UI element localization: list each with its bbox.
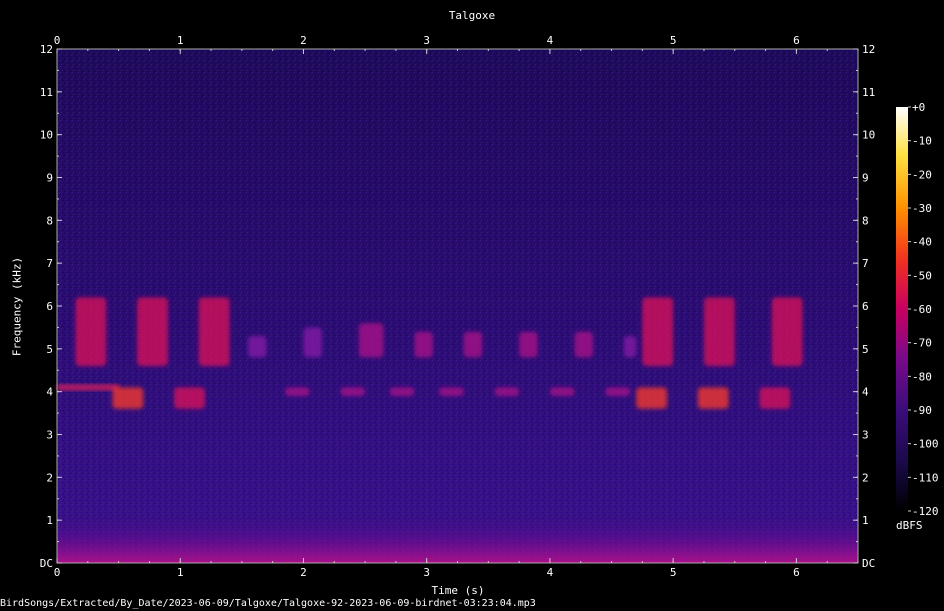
y-tick-label: 7 (862, 257, 869, 270)
y-tick-label: 1 (862, 514, 869, 527)
y-axis-label: Frequency (kHz) (10, 256, 24, 357)
chart-title: Talgoxe (448, 9, 496, 22)
call-event (137, 297, 168, 366)
colorbar (896, 107, 908, 511)
x-tick-label: 2 (300, 34, 307, 47)
call-event (642, 297, 674, 366)
y-tick-label: 11 (862, 86, 875, 99)
y-tick-label: 9 (46, 172, 53, 185)
y-tick-label: 4 (862, 386, 869, 399)
y-tick-label: 6 (862, 300, 869, 313)
colorbar-tick-label: -40 (912, 236, 932, 249)
y-tick-label: 8 (46, 214, 53, 227)
spectrogram-figure: 0123456 0123456 DC123456789101112 DC1234… (40, 34, 939, 579)
y-tick-label: 12 (862, 43, 875, 56)
x-tick-label: 3 (423, 34, 430, 47)
spectrogram-noise (57, 49, 858, 563)
call-event (574, 331, 594, 358)
colorbar-tick-label: -50 (912, 269, 932, 282)
x-tick-label: 5 (670, 34, 677, 47)
colorbar-tick-label: -60 (912, 303, 932, 316)
y-tick-label: 2 (46, 471, 53, 484)
colorbar-tick-label: -110 (912, 471, 939, 484)
colorbar-tick-label: -100 (912, 438, 939, 451)
colorbar-tick-label: -20 (912, 168, 932, 181)
colorbar-tick-label: -30 (912, 202, 932, 215)
y-tick-label: 5 (46, 343, 53, 356)
low-frequency-band (57, 511, 858, 563)
y-tick-label: 5 (862, 343, 869, 356)
call-event (759, 387, 791, 409)
y-tick-label: 1 (46, 514, 53, 527)
tone-band (57, 384, 119, 391)
x-tick-label: 0 (54, 34, 61, 47)
call-event (623, 335, 637, 358)
y-tick-label: 2 (862, 471, 869, 484)
call-event (414, 331, 433, 358)
x-tick-label: 1 (177, 566, 184, 579)
call-event (494, 387, 520, 396)
y-tick-label: 9 (862, 172, 869, 185)
y-tick-label: DC (40, 557, 53, 570)
call-event (174, 387, 205, 409)
y-tick-label: 12 (40, 43, 53, 56)
y-tick-label: 11 (40, 86, 53, 99)
call-event (284, 387, 310, 396)
call-event (703, 297, 735, 366)
x-tick-label: 0 (54, 566, 61, 579)
x-tick-label: 6 (793, 34, 800, 47)
call-event (112, 387, 144, 409)
colorbar-label: dBFS (896, 519, 923, 532)
colorbar-tick-label: -90 (912, 404, 932, 417)
call-event (358, 323, 384, 358)
x-tick-label: 6 (793, 566, 800, 579)
call-event (198, 297, 230, 366)
y-tick-label: 8 (862, 214, 869, 227)
call-event (340, 387, 366, 396)
call-event (439, 387, 464, 396)
call-event (519, 331, 538, 358)
colorbar-tick-label: -120 (912, 505, 939, 518)
colorbar-tick-label: +0 (912, 101, 925, 114)
x-axis-label: Time (s) (431, 584, 485, 597)
call-event (303, 327, 322, 358)
call-event (549, 387, 575, 396)
call-event (248, 335, 267, 358)
y-tick-label: 10 (862, 129, 875, 142)
colorbar-tick-label: -80 (912, 370, 932, 383)
file-path: BirdSongs/Extracted/By_Date/2023-06-09/T… (0, 598, 536, 609)
y-tick-label: DC (862, 557, 875, 570)
x-tick-label: 4 (547, 34, 554, 47)
call-event (771, 297, 803, 366)
call-event (75, 297, 107, 366)
colorbar-tick-label: -70 (912, 337, 932, 350)
call-event (697, 387, 729, 409)
y-tick-label: 10 (40, 129, 53, 142)
call-event (463, 331, 483, 358)
colorbar-tick-label: -10 (912, 135, 932, 148)
y-tick-label: 3 (862, 429, 869, 442)
y-tick-label: 6 (46, 300, 53, 313)
call-event (636, 387, 667, 409)
x-tick-label: 1 (177, 34, 184, 47)
x-tick-label: 5 (670, 566, 677, 579)
call-event (389, 387, 415, 396)
x-tick-label: 3 (423, 566, 430, 579)
y-tick-label: 7 (46, 257, 53, 270)
x-tick-label: 4 (547, 566, 554, 579)
x-tick-label: 2 (300, 566, 307, 579)
y-tick-label: 4 (46, 386, 53, 399)
colorbar-ticks: +0 -10 -20 -30 -40 -50 -60 -70 -80 -90 -100 -110 -12… (908, 101, 939, 518)
call-event (605, 387, 631, 396)
y-tick-label: 3 (46, 429, 53, 442)
